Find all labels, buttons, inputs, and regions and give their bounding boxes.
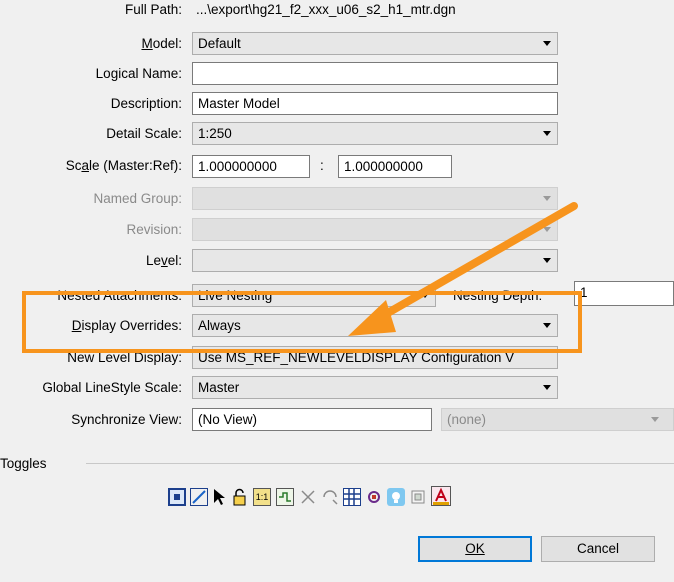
annotation-arrow	[348, 202, 578, 336]
attachment-settings-dialog: Full Path: ...\export\hg21_f2_xxx_u06_s2…	[0, 0, 674, 582]
